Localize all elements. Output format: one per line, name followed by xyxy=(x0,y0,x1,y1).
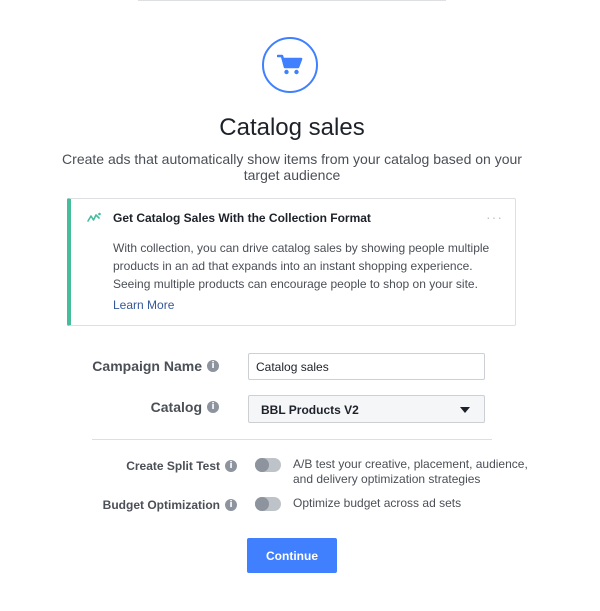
info-icon[interactable]: i xyxy=(207,360,219,372)
info-card-title: Get Catalog Sales With the Collection Fo… xyxy=(113,211,371,225)
collection-info-card: Get Catalog Sales With the Collection Fo… xyxy=(67,198,516,326)
split-test-description: A/B test your creative, placement, audie… xyxy=(293,457,528,486)
campaign-name-input[interactable] xyxy=(248,353,485,380)
budget-optimization-label: Budget Optimization i xyxy=(103,498,237,512)
info-icon[interactable]: i xyxy=(225,460,237,472)
catalog-select[interactable]: BBL Products V2 xyxy=(248,395,485,423)
campaign-name-label-text: Campaign Name xyxy=(92,358,202,374)
top-divider xyxy=(138,0,446,1)
split-test-label: Create Split Test i xyxy=(126,459,237,473)
caret-down-icon xyxy=(460,407,470,413)
page-title: Catalog sales xyxy=(219,114,365,141)
catalog-label-text: Catalog xyxy=(150,399,202,415)
catalog-select-value: BBL Products V2 xyxy=(261,403,359,417)
budget-optimization-toggle[interactable] xyxy=(255,497,281,511)
info-icon[interactable]: i xyxy=(225,499,237,511)
collection-format-icon xyxy=(87,211,101,229)
toggle-knob xyxy=(255,497,269,511)
split-test-label-text: Create Split Test xyxy=(126,459,220,473)
page-description: Create ads that automatically show items… xyxy=(62,151,522,183)
section-divider xyxy=(92,439,492,440)
budget-optimization-label-text: Budget Optimization xyxy=(102,498,220,512)
catalog-label: Catalog i xyxy=(151,399,219,415)
learn-more-link[interactable]: Learn More xyxy=(113,298,174,312)
campaign-name-label: Campaign Name i xyxy=(92,358,219,374)
more-options-icon[interactable]: ··· xyxy=(486,209,503,225)
continue-button[interactable]: Continue xyxy=(247,538,337,573)
toggle-knob xyxy=(255,458,269,472)
shopping-cart-icon xyxy=(262,37,318,93)
budget-optimization-description: Optimize budget across ad sets xyxy=(293,496,462,510)
split-test-toggle[interactable] xyxy=(255,458,281,472)
info-card-body: With collection, you can drive catalog s… xyxy=(113,241,490,291)
info-icon[interactable]: i xyxy=(207,401,219,413)
